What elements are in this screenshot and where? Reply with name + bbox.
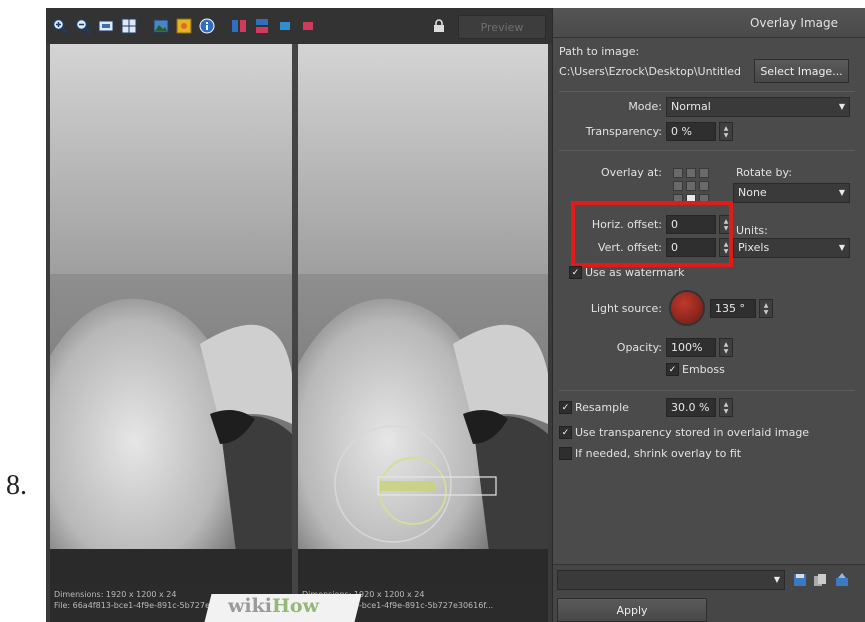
single-a-icon[interactable] bbox=[276, 17, 294, 35]
position-cell[interactable] bbox=[699, 168, 709, 178]
units-dropdown[interactable]: Pixels ▼ bbox=[733, 238, 850, 258]
use-transparency-label: Use transparency stored in overlaid imag… bbox=[575, 426, 810, 439]
units-value: Pixels bbox=[738, 241, 770, 254]
fit-icon[interactable] bbox=[97, 17, 115, 35]
offset-highlight-box bbox=[571, 201, 733, 267]
zoom-out-icon[interactable] bbox=[74, 17, 92, 35]
overlay-at-label: Overlay at: bbox=[600, 166, 662, 179]
original-image-pane[interactable] bbox=[50, 44, 292, 584]
shrink-checkbox[interactable]: If needed, shrink overlay to fit bbox=[559, 447, 741, 460]
position-cell[interactable] bbox=[673, 168, 683, 178]
wikihow-logo: wikiHow bbox=[228, 595, 319, 617]
export-icon[interactable] bbox=[835, 573, 849, 590]
resample-field[interactable]: 30.0 % bbox=[666, 398, 716, 417]
image-icon[interactable] bbox=[152, 17, 170, 35]
emboss-label: Emboss bbox=[682, 363, 725, 376]
chevron-down-icon: ▼ bbox=[838, 243, 845, 252]
emboss-checkbox[interactable]: ✓ Emboss bbox=[666, 363, 725, 376]
transparency-field[interactable]: 0 % bbox=[666, 122, 716, 141]
single-b-icon[interactable] bbox=[299, 17, 317, 35]
use-transparency-checkbox[interactable]: ✓ Use transparency stored in overlaid im… bbox=[559, 426, 809, 439]
apply-button[interactable]: Apply bbox=[557, 598, 707, 622]
watermark-label: Use as watermark bbox=[585, 266, 685, 279]
step-number: 8. bbox=[6, 470, 27, 501]
app-window: Preview Dimensions: 1920 x 1200 x 24 Fil… bbox=[46, 8, 865, 622]
save-icon[interactable] bbox=[793, 573, 807, 590]
overlay-position-grid[interactable] bbox=[673, 168, 709, 204]
preview-button[interactable]: Preview bbox=[458, 15, 546, 39]
opacity-field[interactable]: 100% bbox=[666, 338, 716, 357]
color-icon[interactable] bbox=[175, 17, 193, 35]
wikihow-logo-how: How bbox=[271, 595, 319, 617]
resample-checkbox[interactable]: ✓ Resample bbox=[559, 401, 629, 414]
light-source-spinner[interactable]: ▲ ▼ bbox=[759, 299, 773, 318]
unchecked-box bbox=[559, 447, 572, 460]
units-label: Units: bbox=[736, 224, 768, 237]
select-image-button[interactable]: Select Image... bbox=[754, 59, 849, 83]
preset-dropdown[interactable]: ▼ bbox=[557, 570, 785, 590]
zoom-in-icon[interactable] bbox=[51, 17, 69, 35]
check-icon: ✓ bbox=[666, 363, 679, 376]
full-icon[interactable] bbox=[120, 17, 138, 35]
light-source-field[interactable]: 135 ° bbox=[710, 299, 756, 318]
path-value: C:\Users\Ezrock\Desktop\Untitled bbox=[559, 65, 742, 78]
shrink-label: If needed, shrink overlay to fit bbox=[575, 447, 742, 460]
path-label: Path to image: bbox=[559, 45, 640, 58]
mode-label: Mode: bbox=[628, 100, 662, 113]
transparency-spinner[interactable]: ▲ ▼ bbox=[719, 122, 733, 141]
separator bbox=[559, 390, 855, 391]
mode-value: Normal bbox=[671, 100, 711, 113]
check-icon: ✓ bbox=[559, 426, 572, 439]
watermark-checkbox[interactable]: ✓ Use as watermark bbox=[569, 266, 685, 279]
info-icon[interactable] bbox=[198, 17, 216, 35]
chevron-down-icon: ▼ bbox=[773, 575, 780, 584]
wikihow-logo-wiki: wiki bbox=[228, 595, 272, 617]
preview-image-pane[interactable] bbox=[298, 44, 548, 584]
panel-title: Overlay Image bbox=[553, 8, 865, 38]
chevron-down-icon: ▼ bbox=[838, 102, 845, 111]
opacity-spinner[interactable]: ▲ ▼ bbox=[719, 338, 733, 357]
position-cell[interactable] bbox=[686, 168, 696, 178]
light-source-dial[interactable] bbox=[669, 290, 705, 326]
rotate-by-value: None bbox=[738, 186, 767, 199]
chevron-down-icon: ▼ bbox=[838, 188, 845, 197]
lock-icon[interactable] bbox=[430, 17, 448, 35]
resample-spinner[interactable]: ▲ ▼ bbox=[719, 398, 733, 417]
toolbar: Preview bbox=[46, 8, 552, 44]
separator bbox=[559, 150, 855, 151]
copy-icon[interactable] bbox=[813, 573, 827, 590]
split-horizontal-icon[interactable] bbox=[253, 17, 271, 35]
split-vertical-icon[interactable] bbox=[230, 17, 248, 35]
check-icon: ✓ bbox=[559, 401, 572, 414]
position-cell[interactable] bbox=[699, 181, 709, 191]
rotate-by-dropdown[interactable]: None ▼ bbox=[733, 183, 850, 203]
position-cell[interactable] bbox=[673, 181, 683, 191]
position-cell[interactable] bbox=[686, 181, 696, 191]
check-icon: ✓ bbox=[569, 266, 582, 279]
opacity-label: Opacity: bbox=[616, 341, 662, 354]
separator bbox=[559, 91, 855, 92]
light-source-label: Light source: bbox=[590, 302, 662, 315]
rotate-by-label: Rotate by: bbox=[736, 166, 792, 179]
resample-label: Resample bbox=[575, 401, 629, 414]
overlay-panel: Overlay Image Path to image: C:\Users\Ez… bbox=[552, 8, 865, 622]
transparency-label: Transparency: bbox=[585, 125, 662, 138]
mode-dropdown[interactable]: Normal ▼ bbox=[666, 97, 850, 117]
